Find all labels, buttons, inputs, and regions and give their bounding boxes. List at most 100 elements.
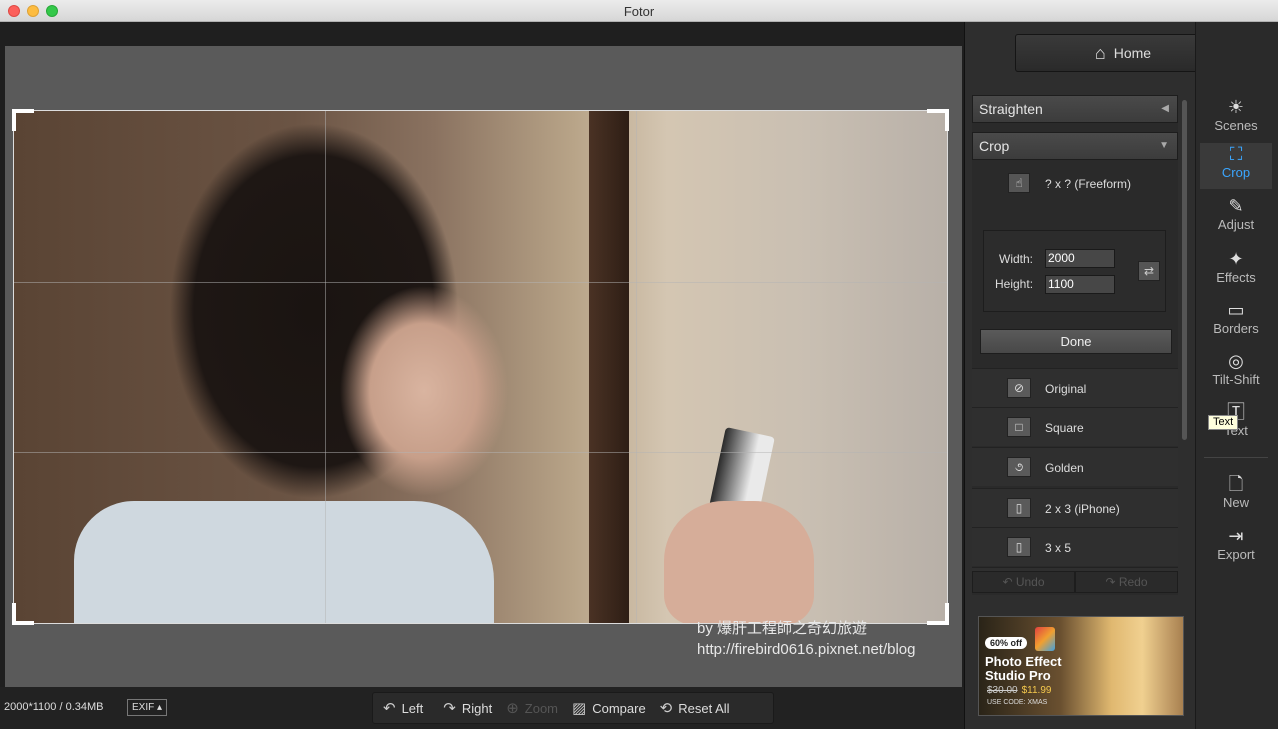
freeform-label: ? x ? (Freeform) bbox=[1045, 177, 1132, 191]
home-icon: ⌂ bbox=[1094, 42, 1106, 63]
sidebar-divider bbox=[1204, 457, 1268, 458]
crop-options-list: Straighten ◀ Crop ▼ ☝ ? x ? (Freeform) W… bbox=[972, 95, 1178, 595]
zoom-button[interactable]: ⊕ Zoom bbox=[506, 699, 558, 717]
rotate-left-label: Left bbox=[401, 700, 424, 716]
width-label: Width: bbox=[999, 252, 1034, 266]
undo-label: Undo bbox=[1015, 575, 1045, 589]
target-icon: ◎ bbox=[1228, 351, 1244, 371]
title-bar: Fotor bbox=[0, 0, 1278, 22]
redo-button[interactable]: ↷ Redo bbox=[1075, 571, 1178, 593]
sidebar-label: Adjust bbox=[1217, 217, 1255, 232]
portrait-icon: ▯ bbox=[1007, 537, 1031, 557]
ratio-label: 2 x 3 (iPhone) bbox=[1045, 502, 1120, 516]
swap-dimensions-button[interactable]: ⇄ bbox=[1138, 261, 1160, 281]
app-logo-icon bbox=[1035, 627, 1055, 651]
hand-pointer-icon: ☝ bbox=[1008, 173, 1030, 193]
new-price: $11.99 bbox=[1021, 685, 1052, 696]
straighten-label: Straighten bbox=[979, 101, 1043, 117]
crop-grid-line bbox=[14, 282, 947, 283]
width-input[interactable]: 2000 bbox=[1045, 249, 1115, 268]
compare-button[interactable]: ▨ Compare bbox=[572, 699, 646, 717]
height-label: Height: bbox=[995, 277, 1034, 291]
ratio-3x5[interactable]: ▯ 3 x 5 bbox=[972, 527, 1178, 566]
watermark-line2: http://firebird0616.pixnet.net/blog bbox=[697, 641, 916, 658]
golden-icon: ૭ bbox=[1007, 457, 1031, 477]
zoom-label: Zoom bbox=[524, 700, 559, 716]
rotate-right-icon: ↷ bbox=[443, 700, 456, 717]
bottom-toolbar: 2000*1100 / 0.34MB EXIF ▴ ↶ Left ↷ Right… bbox=[0, 687, 964, 729]
crop-header[interactable]: Crop ▼ bbox=[972, 132, 1178, 160]
window-title: Fotor bbox=[623, 4, 655, 19]
old-price: $30.00 bbox=[987, 685, 1018, 696]
ratio-label: Square bbox=[1045, 421, 1084, 435]
original-icon: ⊘ bbox=[1007, 378, 1031, 398]
crop-handle-bottom-right[interactable] bbox=[927, 603, 949, 625]
sidebar-label: Tilt-Shift bbox=[1212, 372, 1260, 387]
sidebar-item-effects[interactable]: ✦ Effects bbox=[1200, 248, 1272, 294]
height-input[interactable]: 1100 bbox=[1045, 275, 1115, 294]
rotate-right-label: Right bbox=[461, 700, 493, 716]
discount-badge: 60% off bbox=[985, 637, 1028, 649]
sidebar-label: Scenes bbox=[1214, 118, 1258, 133]
sidebar-item-borders[interactable]: ▭ Borders bbox=[1200, 299, 1272, 345]
promo-code: USE CODE: XMAS bbox=[987, 699, 1048, 706]
sidebar-item-new[interactable]: 🗋 New bbox=[1200, 473, 1272, 519]
done-button[interactable]: Done bbox=[980, 329, 1172, 354]
chevron-left-icon: ◀ bbox=[1161, 103, 1169, 114]
sidebar-label: Borders bbox=[1213, 321, 1259, 336]
zoom-icon: ⊕ bbox=[506, 700, 519, 717]
square-icon: □ bbox=[1007, 417, 1031, 437]
ratio-square[interactable]: □ Square bbox=[972, 407, 1178, 446]
sidebar-item-scenes[interactable]: ☀ Scenes bbox=[1200, 96, 1272, 142]
home-label: Home bbox=[1113, 45, 1152, 61]
watermark: by 爆肝工程師之奇幻旅遊 http://firebird0616.pixnet… bbox=[697, 618, 915, 660]
reset-icon: ⟲ bbox=[659, 700, 673, 717]
sidebar-item-export[interactable]: ⇥ Export bbox=[1200, 525, 1272, 571]
border-icon: ▭ bbox=[1227, 300, 1245, 320]
sidebar-label: Effects bbox=[1216, 270, 1256, 285]
rotate-right-button[interactable]: ↷ Right bbox=[443, 699, 492, 717]
sidebar-item-adjust[interactable]: ✎ Adjust bbox=[1200, 195, 1272, 241]
straighten-header[interactable]: Straighten ◀ bbox=[972, 95, 1178, 123]
sidebar-item-crop[interactable]: ⛶ Crop bbox=[1200, 143, 1272, 189]
redo-icon: ↷ bbox=[1105, 575, 1119, 589]
ratio-original[interactable]: ⊘ Original bbox=[972, 368, 1178, 407]
crop-grid-line bbox=[636, 111, 637, 623]
crop-handle-top-right[interactable] bbox=[927, 109, 949, 131]
watermark-line1: by 爆肝工程師之奇幻旅遊 bbox=[697, 620, 868, 637]
freeform-option[interactable]: ☝ ? x ? (Freeform) bbox=[972, 170, 1178, 200]
app-window: Fotor by 爆肝工程師之奇幻旅遊 http://firebird0616.… bbox=[0, 0, 1278, 729]
sidebar-item-tilt-shift[interactable]: ◎ Tilt-Shift bbox=[1200, 350, 1272, 396]
new-file-icon: 🗋 bbox=[1228, 474, 1244, 494]
crop-label: Crop bbox=[979, 138, 1010, 154]
swap-icon: ⇄ bbox=[1143, 264, 1155, 278]
crop-grid-line bbox=[325, 111, 326, 623]
chevron-down-icon: ▼ bbox=[1159, 140, 1169, 151]
promo-price: $30.00 $11.99 bbox=[987, 685, 1051, 696]
rotate-left-button[interactable]: ↶ Left bbox=[383, 699, 423, 717]
ratio-golden[interactable]: ૭ Golden bbox=[972, 447, 1178, 486]
tool-sidebar: ☀ Scenes ⛶ Crop ✎ Adjust ✦ Effects ▭ Bor… bbox=[1195, 22, 1278, 729]
crop-handle-top-left[interactable] bbox=[12, 109, 34, 131]
rotate-left-icon: ↶ bbox=[383, 700, 396, 717]
exif-button[interactable]: EXIF ▴ bbox=[127, 699, 167, 716]
pencil-icon: ✎ bbox=[1228, 196, 1244, 216]
photo-preview[interactable] bbox=[13, 110, 948, 624]
panel-scrollbar[interactable] bbox=[1182, 100, 1187, 440]
undo-icon: ↶ bbox=[1002, 575, 1016, 589]
crop-handle-bottom-left[interactable] bbox=[12, 603, 34, 625]
undo-button[interactable]: ↶ Undo bbox=[972, 571, 1075, 593]
sun-icon: ☀ bbox=[1227, 97, 1245, 117]
ratio-2x3[interactable]: ▯ 2 x 3 (iPhone) bbox=[972, 488, 1178, 527]
sidebar-label: Export bbox=[1217, 547, 1255, 562]
portrait-icon: ▯ bbox=[1007, 498, 1031, 518]
photo-shirt bbox=[74, 501, 494, 623]
crop-panel: ⌂ Home Straighten ◀ Crop ▼ ☝ ? x ? (Free… bbox=[964, 22, 1231, 729]
reset-all-label: Reset All bbox=[678, 700, 730, 716]
redo-label: Redo bbox=[1118, 575, 1148, 589]
promo-title: Photo Effect Studio Pro bbox=[985, 654, 1062, 683]
promo-banner[interactable]: 60% off Photo Effect Studio Pro $30.00 $1… bbox=[978, 616, 1184, 716]
reset-all-button[interactable]: ⟲ Reset All bbox=[660, 699, 730, 717]
sidebar-label: Crop bbox=[1221, 165, 1251, 180]
sparkle-icon: ✦ bbox=[1228, 249, 1244, 269]
